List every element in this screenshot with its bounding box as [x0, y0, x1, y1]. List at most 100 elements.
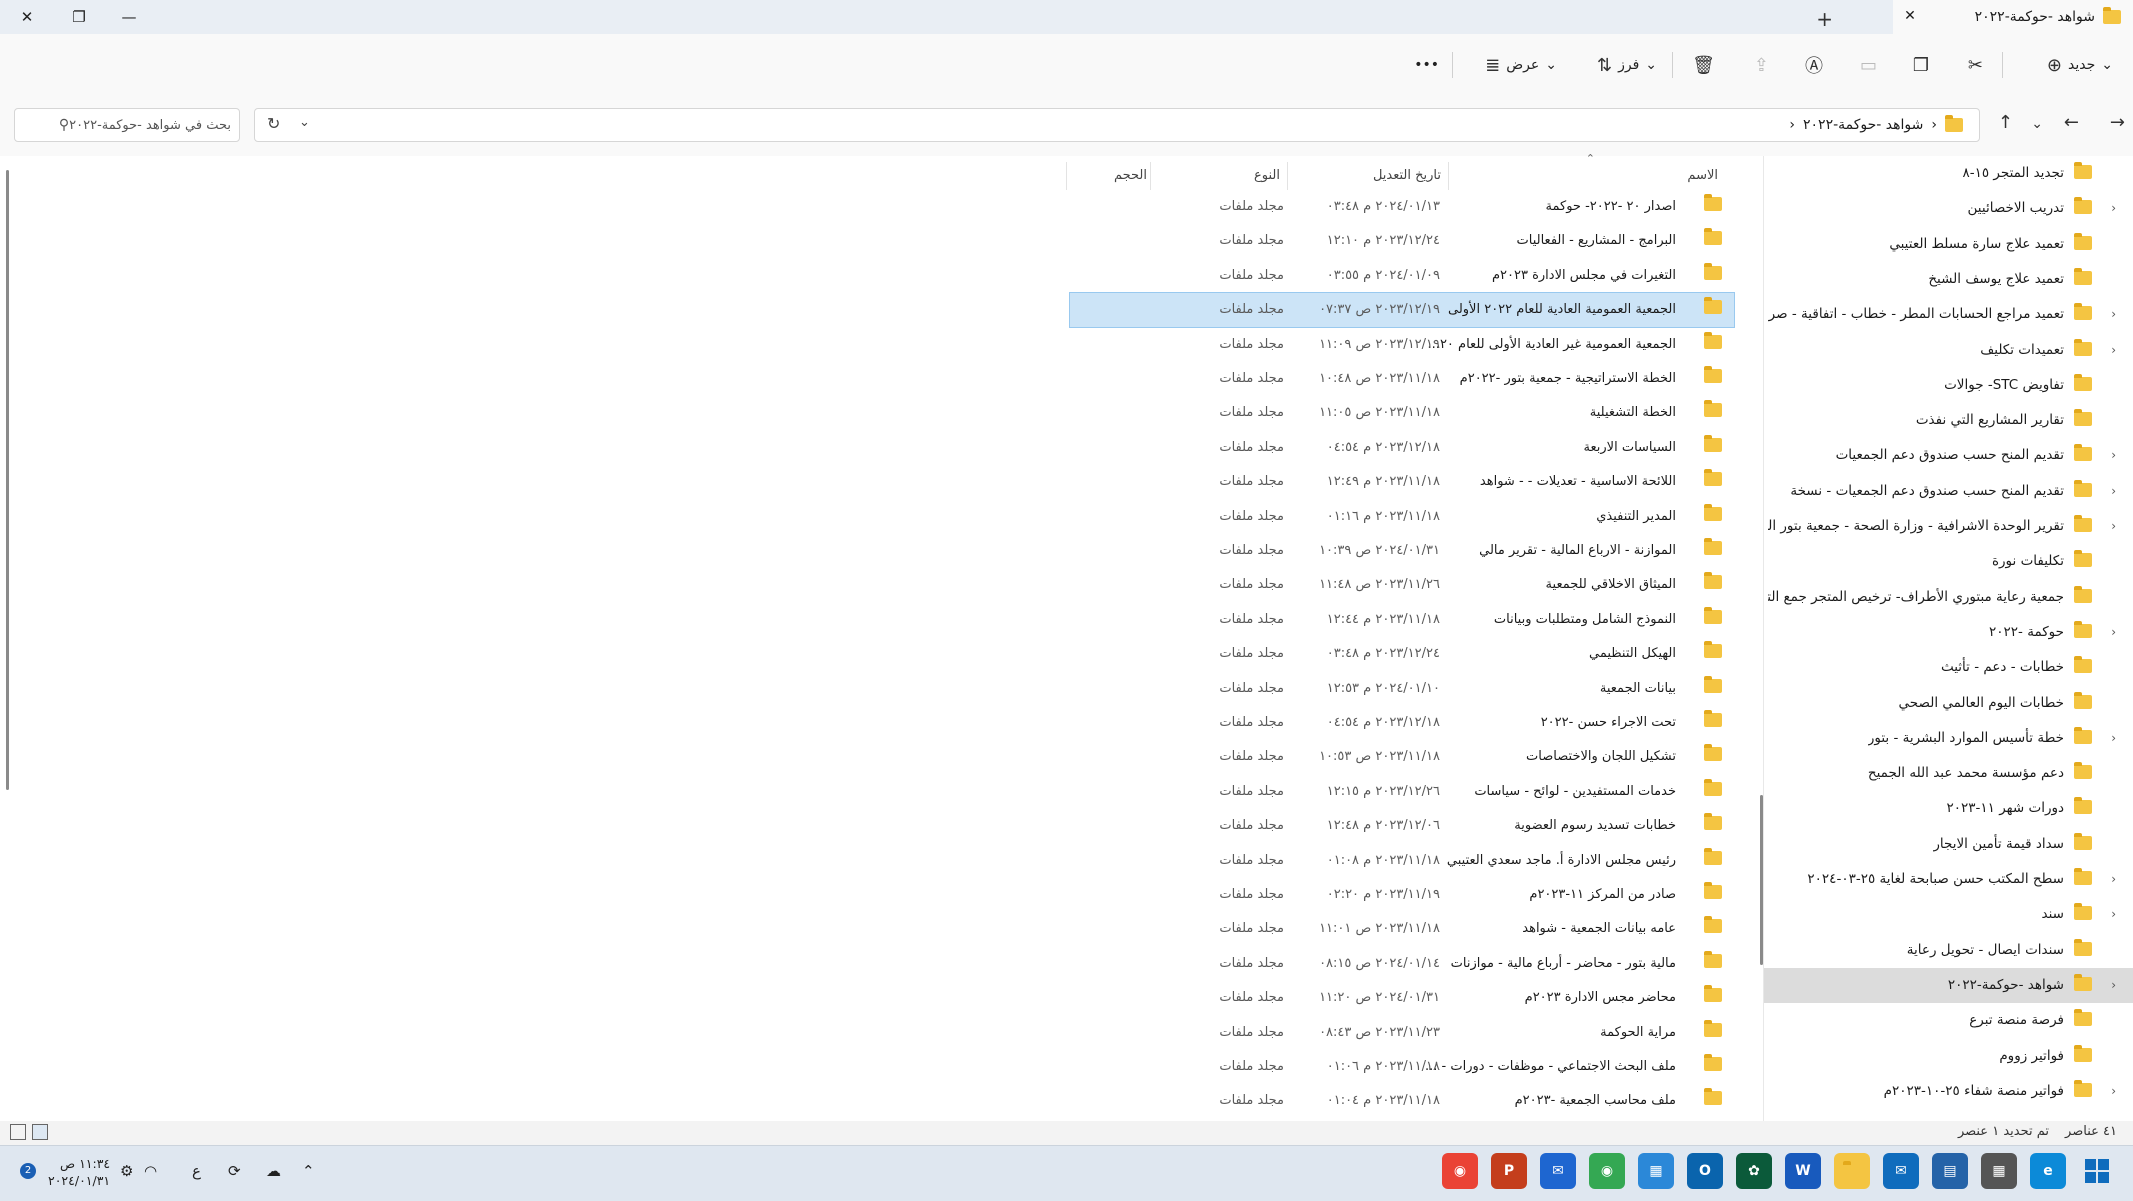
file-row[interactable]: مالية بتور - محاضر - أرباع مالية - موازن… [1070, 947, 1734, 981]
file-row[interactable]: الجمعية العمومية العادية للعام ٢٠٢٢ الأو… [1069, 292, 1735, 329]
nav-item[interactable]: فواتير زووم [1764, 1039, 2133, 1074]
expand-chevron-icon[interactable]: › [2111, 438, 2116, 473]
large-icons-view-button[interactable] [10, 1124, 26, 1140]
show-hidden-icons-chevron-icon[interactable]: ⌃ [302, 1162, 315, 1180]
publisher-app-icon[interactable]: ✿ [1736, 1153, 1772, 1189]
column-divider[interactable] [1150, 162, 1151, 190]
calculator-app-icon[interactable]: ▦ [1981, 1153, 2017, 1189]
expand-chevron-icon[interactable]: › [2111, 615, 2116, 650]
start-button[interactable] [2079, 1153, 2115, 1189]
column-header-size[interactable]: الحجم [1114, 162, 1147, 188]
recent-locations-button[interactable]: ⌄ [2031, 116, 2043, 132]
minimize-window-button[interactable]: — [106, 0, 152, 34]
breadcrumb-current[interactable]: شواهد -حوكمة-٢٠٢٢ [1803, 117, 1923, 133]
messenger-app-icon[interactable]: ✉ [1540, 1153, 1576, 1189]
nav-item[interactable]: سندات ايصال - تحويل رعاية [1764, 933, 2133, 968]
wifi-icon[interactable]: ◠ [144, 1162, 157, 1180]
new-tab-button[interactable]: + [1816, 7, 1833, 31]
column-header-date[interactable]: تاريخ التعديل [1373, 162, 1441, 188]
nav-item[interactable]: › سند [1764, 897, 2133, 932]
notification-badge-icon[interactable]: 2 [20, 1163, 36, 1179]
back-button[interactable]: → [2110, 112, 2125, 133]
share-button[interactable]: ⇪ [1754, 34, 1769, 96]
nav-item[interactable]: جمعية رعاية مبتوري الأطراف- ترخيص المتجر… [1764, 580, 2133, 615]
tab-current-folder[interactable]: شواهد -حوكمة-٢٠٢٢ ✕ [1893, 0, 2133, 34]
nav-item[interactable]: سداد قيمة تأمين الايجار [1764, 827, 2133, 862]
close-tab-icon[interactable]: ✕ [1901, 8, 1919, 26]
breadcrumb-separator[interactable]: › [1789, 117, 1795, 133]
expand-chevron-icon[interactable]: › [2111, 897, 2116, 932]
nav-item[interactable]: › تقديم المنح حسب صندوق دعم الجمعيات - نس… [1764, 474, 2133, 509]
file-row[interactable]: اللائحة الاساسية - تعديلات - - شواهد ٢٠٢٣… [1070, 465, 1734, 499]
close-window-button[interactable]: ✕ [4, 0, 50, 34]
file-row[interactable]: الموازنة - الارباع المالية - تقرير مالي ٢… [1070, 534, 1734, 568]
file-row[interactable]: التغيرات في مجلس الادارة ٢٠٢٣م ٢٠٢٤/٠١/٠٩… [1070, 259, 1734, 293]
file-row[interactable]: تشكيل اللجان والاختصاصات ٢٠٢٣/١١/١٨ ص ١٠:… [1070, 740, 1734, 774]
restore-window-button[interactable]: ❐ [56, 0, 102, 34]
chrome-app-icon[interactable]: ◉ [1442, 1153, 1478, 1189]
nav-item[interactable]: › فواتير منصة شفاء ٢٥-١٠-٢٠٢٣م [1764, 1074, 2133, 1109]
file-row[interactable]: اصدار ٢٠ -٢٠٢٢- حوكمة ٢٠٢٤/٠١/١٣ م ٠٣:٤٨ م… [1070, 190, 1734, 224]
file-row[interactable]: السياسات الاربعة ٢٠٢٣/١٢/١٨ م ٠٤:٥٤ مجلد م… [1070, 431, 1734, 465]
file-row[interactable]: البرامج - المشاريع - الفعاليات ٢٠٢٣/١٢/٢٤… [1070, 224, 1734, 258]
nav-item[interactable]: › خطة تأسيس الموارد البشرية - بتور [1764, 721, 2133, 756]
expand-chevron-icon[interactable]: › [2111, 474, 2116, 509]
nav-item[interactable]: › شواهد -حوكمة-٢٠٢٢ [1764, 967, 2133, 1003]
nav-item[interactable]: تعميد علاج يوسف الشيخ [1764, 262, 2133, 297]
nav-item[interactable]: › تدريب الاخصائيين [1764, 191, 2133, 226]
new-button[interactable]: ⊕ جديد ⌄ [2047, 34, 2113, 96]
nav-item[interactable]: تقارير المشاريع التي نفذت [1764, 403, 2133, 438]
file-row[interactable]: الهيكل التنظيمي ٢٠٢٣/١٢/٢٤ م ٠٣:٤٨ مجلد مل… [1070, 637, 1734, 671]
file-row[interactable]: مراية الحوكمة ٢٠٢٣/١١/٢٣ ص ٠٨:٤٣ مجلد ملفا… [1070, 1016, 1734, 1050]
input-language-indicator[interactable]: ع [192, 1162, 201, 1180]
delete-button[interactable]: 🗑 [1692, 34, 1715, 96]
outlook-app-icon[interactable]: O [1687, 1153, 1723, 1189]
breadcrumb-separator[interactable]: › [1931, 117, 1937, 133]
file-row[interactable]: ملف محاسب الجمعية -٢٠٢٣م ٢٠٢٣/١١/١٨ م ٠١:… [1070, 1084, 1734, 1118]
chrome-profile-app-icon[interactable]: ◉ [1589, 1153, 1625, 1189]
address-bar[interactable]: › شواهد -حوكمة-٢٠٢٢ › ⌄ ↻ [254, 108, 1980, 142]
file-row[interactable]: محاضر مجس الادارة ٢٠٢٣م ٢٠٢٤/٠١/٣١ ص ١١:٢… [1070, 981, 1734, 1015]
sync-icon[interactable]: ⟳ [228, 1162, 241, 1180]
nav-item[interactable]: خطابات اليوم العالمي الصحي [1764, 686, 2133, 721]
column-divider[interactable] [1066, 162, 1067, 190]
file-row[interactable]: بيانات الجمعية ٢٠٢٤/٠١/١٠ م ١٢:٥٣ مجلد ملف… [1070, 672, 1734, 706]
store-app-icon[interactable]: ▤ [1932, 1153, 1968, 1189]
nav-item[interactable]: تجديد المتجر ١٥-٨ [1764, 156, 2133, 191]
nav-item[interactable]: › حوكمة -٢٠٢٢ [1764, 615, 2133, 650]
onedrive-icon[interactable]: ☁ [266, 1162, 281, 1180]
file-row[interactable]: الخطة التشغيلية ٢٠٢٣/١١/١٨ ص ١١:٠٥ مجلد مل… [1070, 396, 1734, 430]
expand-chevron-icon[interactable]: › [2111, 297, 2116, 332]
nav-item[interactable]: فرصة منصة تبرع [1764, 1003, 2133, 1038]
word-app-icon[interactable]: W [1785, 1153, 1821, 1189]
file-row[interactable]: تحت الاجراء حسن -٢٠٢٢ ٢٠٢٣/١٢/١٨ م ٠٤:٥٤ م… [1070, 706, 1734, 740]
nav-item[interactable]: دعم مؤسسة محمد عبد الله الجميح [1764, 756, 2133, 791]
nav-item[interactable]: تفاويض STC- جوالات [1764, 368, 2133, 403]
mail-app-icon[interactable]: ✉ [1883, 1153, 1919, 1189]
file-row[interactable]: خطابات تسديد رسوم العضوية ٢٠٢٣/١٢/٠٦ م ١٢… [1070, 809, 1734, 843]
search-input[interactable]: بحث في شواهد -حوكمة-٢٠٢٢ ⚲ [14, 108, 240, 142]
up-button[interactable]: ↑ [1998, 112, 2013, 133]
rename-button[interactable]: Ⓐ [1805, 34, 1823, 96]
expand-chevron-icon[interactable]: › [2111, 509, 2116, 544]
content-scrollbar[interactable] [6, 170, 9, 790]
file-row[interactable]: المدير التنفيذي ٢٠٢٣/١١/١٨ م ٠١:١٦ مجلد مل… [1070, 500, 1734, 534]
cut-button[interactable]: ✂ [1968, 34, 1983, 96]
nav-item[interactable]: تعميد علاج سارة مسلط العتيبي [1764, 227, 2133, 262]
expand-chevron-icon[interactable]: › [2111, 1074, 2116, 1109]
file-row[interactable]: صادر من المركز ١١-٢٠٢٣م ٢٠٢٣/١١/١٩ م ٠٢:٢… [1070, 878, 1734, 912]
column-divider[interactable] [1448, 162, 1449, 190]
expand-chevron-icon[interactable]: › [2111, 862, 2116, 897]
paste-button[interactable]: ▭ [1860, 34, 1877, 96]
nav-item[interactable]: دورات شهر ١١-٢٠٢٣ [1764, 791, 2133, 826]
expand-chevron-icon[interactable]: › [2111, 968, 2116, 1003]
file-row[interactable]: النموذج الشامل ومتطلبات وبيانات ٢٠٢٣/١١/١… [1070, 603, 1734, 637]
forward-button[interactable]: ← [2064, 112, 2079, 133]
edge-app-icon[interactable]: e [2030, 1153, 2066, 1189]
nav-item[interactable]: خطابات - دعم - تأثيث [1764, 650, 2133, 685]
expand-chevron-icon[interactable]: › [2111, 721, 2116, 756]
nav-item[interactable]: › تقرير الوحدة الاشرافية - وزارة الصحة - … [1764, 509, 2133, 544]
view-button[interactable]: ≣ عرض ⌄ [1485, 34, 1557, 96]
nav-item[interactable]: › تعميدات تكليف [1764, 333, 2133, 368]
sort-button[interactable]: ⇅ فرز ⌄ [1597, 34, 1657, 96]
